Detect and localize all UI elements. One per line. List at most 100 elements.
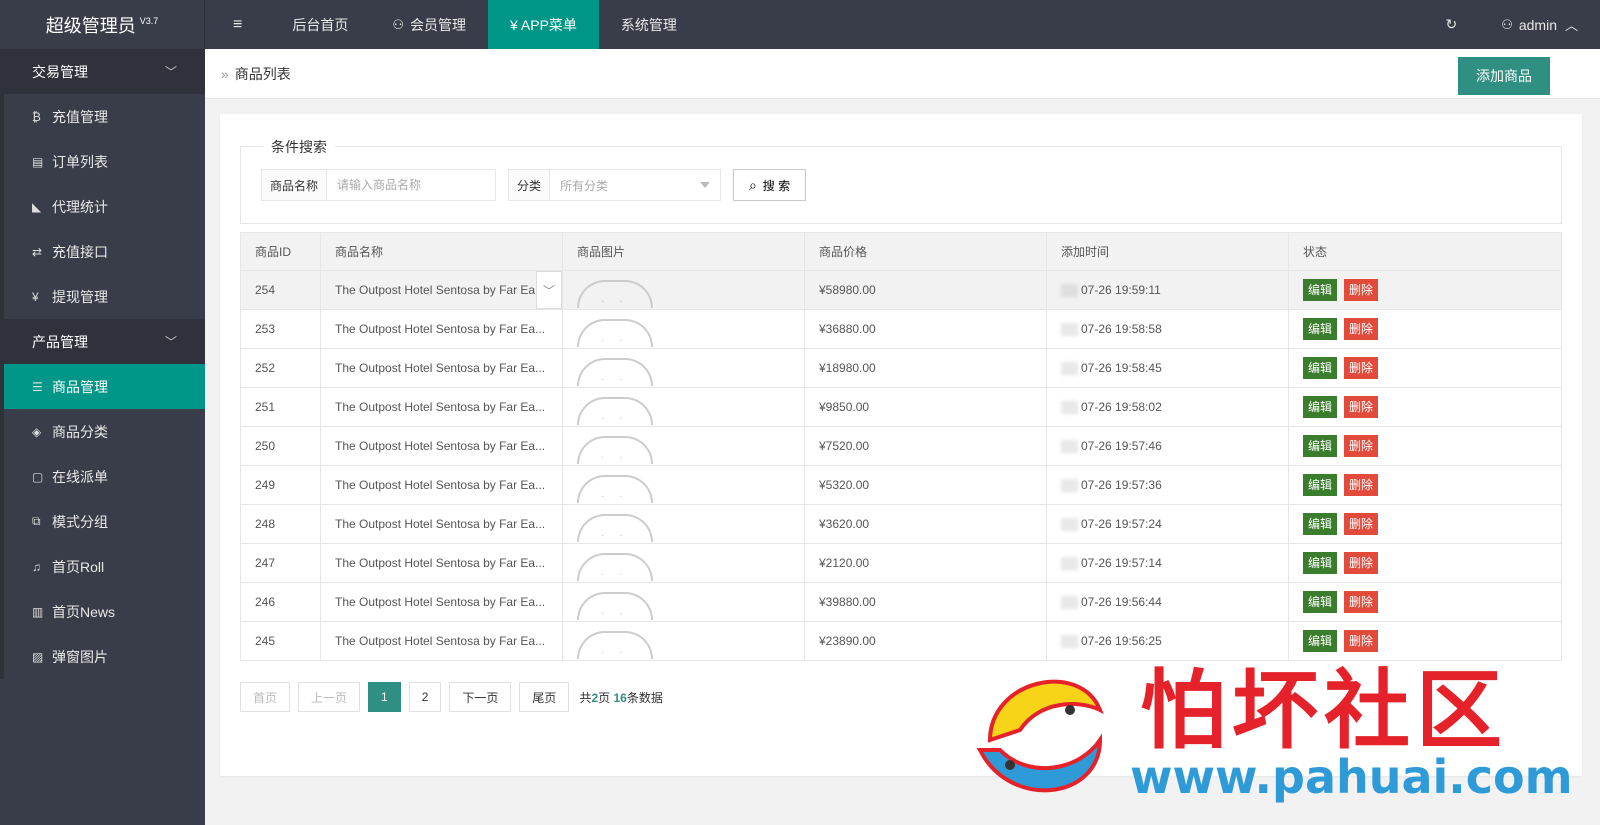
- delete-button[interactable]: 删除: [1344, 357, 1379, 379]
- edit-button[interactable]: 编辑: [1303, 513, 1338, 535]
- top-nav: ≡ 后台首页 ⚇ 会员管理 ¥ APP菜单 系统管理: [205, 0, 699, 49]
- sidebar-item-category[interactable]: ◈ 商品分类: [0, 409, 205, 454]
- table-row[interactable]: 251 The Outpost Hotel Sentosa by Far Ea.…: [240, 387, 1562, 427]
- sidebar-item-recharge[interactable]: ₿ 充值管理: [0, 94, 205, 139]
- sidebar-group-trade[interactable]: 交易管理 ﹀: [0, 49, 205, 94]
- sidebar-item-popup-image[interactable]: ▨ 弹窗图片: [0, 634, 205, 679]
- product-name: The Outpost Hotel Sentosa by Far Ea...: [335, 283, 546, 297]
- edit-button[interactable]: 编辑: [1303, 357, 1338, 379]
- search-fieldset: 条件搜索 商品名称 分类 所有分类 ⌕ 搜 索: [240, 137, 1562, 224]
- delete-button[interactable]: 删除: [1344, 396, 1379, 418]
- sidebar-item-recharge-api[interactable]: ⇄ 充值接口: [0, 229, 205, 274]
- chevron-down-icon: ﹀: [164, 65, 177, 79]
- cell-name: The Outpost Hotel Sentosa by Far Ea...: [320, 387, 563, 427]
- search-button[interactable]: ⌕ 搜 索: [733, 169, 807, 201]
- delete-button[interactable]: 删除: [1344, 552, 1379, 574]
- edit-button[interactable]: 编辑: [1303, 435, 1338, 457]
- add-product-button[interactable]: 添加商品: [1458, 57, 1550, 95]
- first-page-button[interactable]: 首页: [240, 682, 291, 712]
- time-value: 07-26 19:59:11: [1081, 283, 1161, 297]
- delete-button[interactable]: 删除: [1344, 279, 1379, 301]
- cell-name: The Outpost Hotel Sentosa by Far Ea...: [320, 426, 563, 466]
- prev-page-button[interactable]: 上一页: [298, 682, 361, 712]
- delete-button[interactable]: 删除: [1344, 435, 1379, 457]
- blurred-year: ▒▒: [1061, 322, 1079, 336]
- last-page-button[interactable]: 尾页: [519, 682, 570, 712]
- cell-image: [562, 582, 805, 622]
- table-row[interactable]: 249 The Outpost Hotel Sentosa by Far Ea.…: [240, 465, 1562, 505]
- refresh-icon[interactable]: ↻: [1423, 0, 1479, 49]
- topnav-app-menu[interactable]: ¥ APP菜单: [488, 0, 599, 49]
- table-row[interactable]: 254 The Outpost Hotel Sentosa by Far Ea.…: [240, 270, 1562, 310]
- time-value: 07-26 19:58:45: [1081, 361, 1162, 375]
- table-row[interactable]: 252 The Outpost Hotel Sentosa by Far Ea.…: [240, 348, 1562, 388]
- time-value: 07-26 19:57:14: [1081, 556, 1162, 570]
- topnav-members[interactable]: ⚇ 会员管理: [370, 0, 488, 49]
- cell-time: ▒▒ 07-26 19:57:24: [1046, 504, 1289, 544]
- col-price-header[interactable]: 商品价格: [804, 232, 1047, 271]
- sidebar-item-dispatch[interactable]: ▢ 在线派单: [0, 454, 205, 499]
- table-row[interactable]: 246 The Outpost Hotel Sentosa by Far Ea.…: [240, 582, 1562, 622]
- edit-button[interactable]: 编辑: [1303, 279, 1338, 301]
- bell-icon: ♫: [32, 559, 41, 574]
- cell-name: The Outpost Hotel Sentosa by Far Ea...: [320, 543, 563, 583]
- product-name: The Outpost Hotel Sentosa by Far Ea...: [335, 322, 546, 336]
- menu-toggle-icon[interactable]: ≡: [205, 0, 270, 49]
- edit-button[interactable]: 编辑: [1303, 474, 1338, 496]
- edit-button[interactable]: 编辑: [1303, 552, 1338, 574]
- delete-button[interactable]: 删除: [1344, 474, 1379, 496]
- col-time-header[interactable]: 添加时间: [1046, 232, 1289, 271]
- cell-status: 编辑 删除: [1288, 543, 1562, 583]
- sidebar-item-news[interactable]: ▥ 首页News: [0, 589, 205, 634]
- user-menu[interactable]: ⚇ admin ︿: [1479, 0, 1600, 49]
- sidebar-item-withdraw[interactable]: ¥ 提现管理: [0, 274, 205, 319]
- table-row[interactable]: 253 The Outpost Hotel Sentosa by Far Ea.…: [240, 309, 1562, 349]
- sidebar-item-orders[interactable]: ▤ 订单列表: [0, 139, 205, 184]
- topnav-home[interactable]: 后台首页: [270, 0, 370, 49]
- delete-button[interactable]: 删除: [1344, 591, 1379, 613]
- product-name: The Outpost Hotel Sentosa by Far Ea...: [335, 595, 546, 609]
- cell-image: [562, 543, 805, 583]
- col-status-header[interactable]: 状态: [1288, 232, 1562, 271]
- sidebar-item-roll[interactable]: ♫ 首页Roll: [0, 544, 205, 589]
- sidebar-item-agent-stats[interactable]: ◣ 代理统计: [0, 184, 205, 229]
- sidebar-group-label: 产品管理: [32, 333, 88, 350]
- next-page-button[interactable]: 下一页: [449, 682, 512, 712]
- search-button-label: 搜 索: [762, 178, 791, 193]
- edit-button[interactable]: 编辑: [1303, 396, 1338, 418]
- edit-button[interactable]: 编辑: [1303, 591, 1338, 613]
- top-header: 超级管理员 V3.7 ≡ 后台首页 ⚇ 会员管理 ¥ APP菜单 系统管理 ↻ ⚇ …: [0, 0, 1600, 49]
- col-name-header[interactable]: 商品名称: [320, 232, 563, 271]
- col-image-header[interactable]: 商品图片: [562, 232, 805, 271]
- delete-button[interactable]: 删除: [1344, 318, 1379, 340]
- edit-button[interactable]: 编辑: [1303, 318, 1338, 340]
- cell-image: [562, 504, 805, 544]
- cell-name: The Outpost Hotel Sentosa by Far Ea... ﹀: [320, 270, 563, 310]
- sidebar-item-mode-group[interactable]: ⧉ 模式分组: [0, 499, 205, 544]
- cell-time: ▒▒ 07-26 19:57:14: [1046, 543, 1289, 583]
- chevron-down-icon[interactable]: ﹀: [536, 271, 562, 309]
- category-select[interactable]: 所有分类: [549, 169, 722, 201]
- layers-icon: ◈: [32, 424, 42, 439]
- table-row[interactable]: 250 The Outpost Hotel Sentosa by Far Ea.…: [240, 426, 1562, 466]
- delete-button[interactable]: 删除: [1344, 513, 1379, 535]
- product-name: The Outpost Hotel Sentosa by Far Ea...: [335, 439, 546, 453]
- col-id-header[interactable]: 商品ID: [240, 232, 321, 271]
- loading-image-icon: [577, 514, 653, 542]
- cell-id: 245: [240, 621, 321, 661]
- sidebar-group-product[interactable]: 产品管理 ﹀: [0, 319, 205, 364]
- sidebar-item-goods[interactable]: ☰ 商品管理: [0, 364, 205, 409]
- category-label: 分类: [508, 169, 550, 201]
- user-name: admin: [1518, 16, 1557, 33]
- topnav-system[interactable]: 系统管理: [599, 0, 699, 49]
- app-version: V3.7: [139, 15, 159, 26]
- table-row[interactable]: 248 The Outpost Hotel Sentosa by Far Ea.…: [240, 504, 1562, 544]
- product-name-input[interactable]: [326, 169, 497, 201]
- blurred-year: ▒▒: [1061, 283, 1079, 297]
- cell-price: ¥2120.00: [804, 543, 1047, 583]
- page-1-button[interactable]: 1: [368, 682, 401, 712]
- cell-price: ¥5320.00: [804, 465, 1047, 505]
- page-2-button[interactable]: 2: [408, 682, 442, 712]
- table-row[interactable]: 247 The Outpost Hotel Sentosa by Far Ea.…: [240, 543, 1562, 583]
- breadcrumb: » 商品列表 添加商品: [205, 49, 1600, 99]
